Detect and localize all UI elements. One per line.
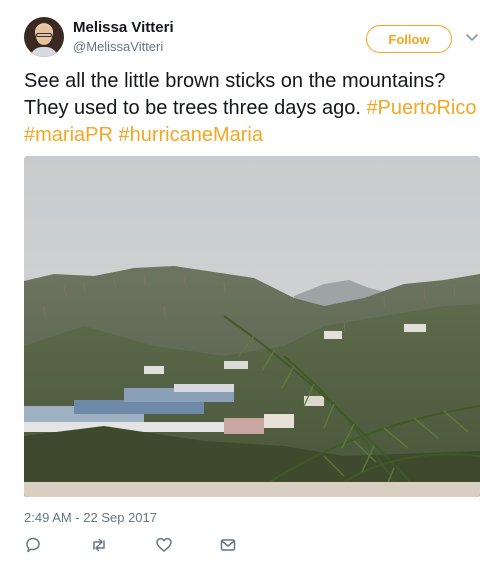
author-handle[interactable]: @MelissaVitteri: [73, 39, 163, 54]
hashtag-link[interactable]: #mariaPR: [24, 124, 113, 146]
hashtag-link[interactable]: #PuertoRico: [366, 97, 476, 119]
retweet-icon[interactable]: [90, 536, 108, 554]
avatar-shirt: [30, 47, 58, 57]
author-name[interactable]: Melissa Vitteri: [73, 19, 174, 36]
hashtag-link[interactable]: #hurricaneMaria: [118, 124, 263, 146]
follow-button[interactable]: Follow: [366, 25, 452, 53]
avatar[interactable]: [24, 17, 64, 57]
tweet-photo[interactable]: [24, 156, 480, 497]
tweet-text: See all the little brown sticks on the m…: [24, 68, 480, 149]
tweet-card: Melissa Vitteri @MelissaVitteri Follow S…: [0, 0, 500, 573]
avatar-glasses: [36, 33, 52, 37]
tweet-timestamp[interactable]: 2:49 AM - 22 Sep 2017: [24, 510, 157, 525]
chevron-down-icon[interactable]: [464, 30, 480, 46]
reply-icon[interactable]: [24, 536, 42, 554]
landscape-photo: [24, 156, 480, 497]
envelope-icon[interactable]: [219, 536, 237, 554]
heart-icon[interactable]: [155, 536, 173, 554]
tweet-actions: [24, 536, 264, 556]
